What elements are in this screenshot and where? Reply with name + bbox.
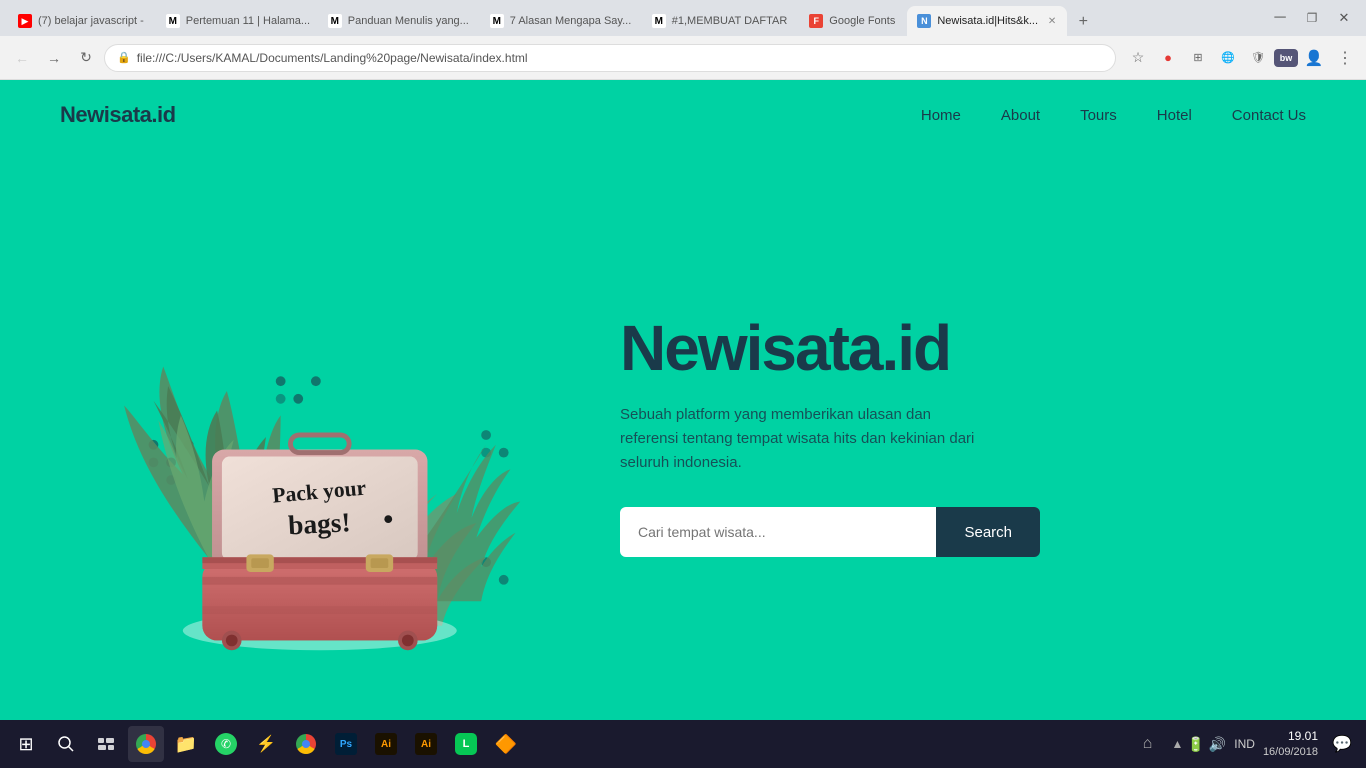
close-button[interactable]: ✕	[1330, 4, 1358, 32]
tab-label: #1,MEMBUAT DAFTAR	[672, 15, 788, 27]
tab-favicon: N	[917, 14, 931, 28]
forward-button[interactable]: →	[40, 44, 68, 72]
taskbar-search-icon[interactable]	[48, 726, 84, 762]
url-text: file:///C:/Users/KAMAL/Documents/Landing…	[137, 51, 528, 65]
restore-button[interactable]: ❐	[1298, 4, 1326, 32]
tab-membuat[interactable]: M #1,MEMBUAT DAFTAR	[642, 6, 798, 36]
page-content: Newisata.id Home About Tours Hotel Conta…	[0, 80, 1366, 720]
taskbar-vlc-icon[interactable]: 🔶	[488, 726, 524, 762]
nav-links: Home About Tours Hotel Contact Us	[921, 107, 1306, 124]
vpn-icon[interactable]: 🌐	[1214, 44, 1242, 72]
taskbar-volume-icon: 🔊	[1209, 736, 1226, 753]
tab-newisata-active[interactable]: N Newisata.id|Hits&k... ✕	[907, 6, 1067, 36]
tab-label: (7) belajar javascript -	[38, 15, 144, 27]
svg-text:bags!: bags!	[287, 507, 351, 540]
tab-alasan[interactable]: M 7 Alasan Mengapa Say...	[480, 6, 640, 36]
tab-pertemuan[interactable]: M Pertemuan 11 | Halama...	[156, 6, 316, 36]
taskbar: ⊞ 📁 ✆ ⚡	[0, 720, 1366, 768]
bookmark-icon[interactable]: ☆	[1124, 44, 1152, 72]
search-input[interactable]	[620, 507, 936, 557]
toolbar-icons: ☆ ● ⊞ 🌐 🛡 bw 👤 ⋮	[1124, 44, 1358, 72]
close-tab-icon[interactable]: ✕	[1044, 13, 1060, 29]
taskbar-ai2-icon[interactable]: Ai	[408, 726, 444, 762]
tab-favicon: M	[652, 14, 666, 28]
extensions-icon[interactable]: ⊞	[1184, 44, 1212, 72]
search-button[interactable]: Search	[936, 507, 1040, 557]
tab-favicon: M	[328, 14, 342, 28]
brand-logo[interactable]: Newisata.id	[60, 102, 176, 128]
taskbar-whatsapp-icon[interactable]: ✆	[208, 726, 244, 762]
taskbar-file-icon[interactable]: 📁	[168, 726, 204, 762]
action-center-icon[interactable]: 💬	[1326, 728, 1358, 760]
url-bar[interactable]: 🔒 file:///C:/Users/KAMAL/Documents/Landi…	[104, 44, 1116, 72]
profile-icon[interactable]: 👤	[1300, 44, 1328, 72]
tab-favicon: F	[809, 14, 823, 28]
new-tab-button[interactable]: +	[1069, 8, 1097, 36]
taskbar-chrome2-icon[interactable]	[288, 726, 324, 762]
taskbar-right: ⌂ ▲ 🔋 🔊 IND 19.01 16/09/2018 💬	[1132, 728, 1359, 760]
tab-bar: ▶ (7) belajar javascript - M Pertemuan 1…	[0, 0, 1366, 36]
nav-tours[interactable]: Tours	[1080, 107, 1117, 124]
tab-label: Google Fonts	[829, 15, 895, 27]
tab-favicon: M	[490, 14, 504, 28]
tab-label: Panduan Menulis yang...	[348, 15, 469, 27]
start-button[interactable]: ⊞	[8, 726, 44, 762]
tab-label: Pertemuan 11 | Halama...	[186, 15, 310, 27]
nav-hotel[interactable]: Hotel	[1157, 107, 1192, 124]
reload-button[interactable]: ↻	[72, 44, 100, 72]
hero-section: Pack your bags!	[0, 150, 1366, 720]
tab-favicon: ▶	[18, 14, 32, 28]
taskbar-line-icon[interactable]: L	[448, 726, 484, 762]
user-badge-icon[interactable]: bw	[1274, 49, 1298, 67]
tab-google-fonts[interactable]: F Google Fonts	[799, 6, 905, 36]
nav-contact[interactable]: Contact Us	[1232, 107, 1306, 124]
nav-home[interactable]: Home	[921, 107, 961, 124]
tab-favicon: M	[166, 14, 180, 28]
minimize-button[interactable]: ─	[1266, 4, 1294, 32]
secure-icon: 🔒	[117, 51, 131, 64]
hero-title: Newisata.id	[620, 313, 1266, 383]
shield-icon[interactable]: 🛡	[1244, 44, 1272, 72]
browser-window: ▶ (7) belajar javascript - M Pertemuan 1…	[0, 0, 1366, 768]
taskbar-chrome-icon[interactable]	[128, 726, 164, 762]
taskbar-taskview-icon[interactable]	[88, 726, 124, 762]
tab-label: 7 Alasan Mengapa Say...	[510, 15, 632, 27]
nav-about[interactable]: About	[1001, 107, 1040, 124]
hero-illustration: Pack your bags!	[60, 210, 560, 660]
back-button[interactable]: ←	[8, 44, 36, 72]
tab-new-page[interactable]: ▶ (7) belajar javascript -	[8, 6, 154, 36]
language-label: IND	[1234, 737, 1255, 751]
hero-subtitle: Sebuah platform yang memberikan ulasan d…	[620, 403, 980, 475]
tab-label: Newisata.id|Hits&k...	[937, 15, 1038, 27]
opera-icon[interactable]: ●	[1154, 44, 1182, 72]
tab-panduan[interactable]: M Panduan Menulis yang...	[318, 6, 478, 36]
menu-icon[interactable]: ⋮	[1330, 44, 1358, 72]
taskbar-ai-icon[interactable]: Ai	[368, 726, 404, 762]
taskbar-clock: 19.01 16/09/2018	[1263, 728, 1318, 760]
taskbar-battery-icon: 🔋	[1187, 736, 1204, 753]
navbar: Newisata.id Home About Tours Hotel Conta…	[0, 80, 1366, 150]
search-box: Search	[620, 507, 1040, 557]
taskbar-time-value: 19.01	[1263, 728, 1318, 745]
taskbar-date-value: 16/09/2018	[1263, 745, 1318, 760]
taskbar-ps-icon[interactable]: Ps	[328, 726, 364, 762]
address-bar: ← → ↻ 🔒 file:///C:/Users/KAMAL/Documents…	[0, 36, 1366, 80]
taskbar-filezilla-icon[interactable]: ⚡	[248, 726, 284, 762]
notification-icon[interactable]: ⌂	[1132, 728, 1164, 760]
hero-text: Newisata.id Sebuah platform yang memberi…	[560, 313, 1306, 557]
taskbar-arrow-up: ▲	[1172, 737, 1184, 751]
